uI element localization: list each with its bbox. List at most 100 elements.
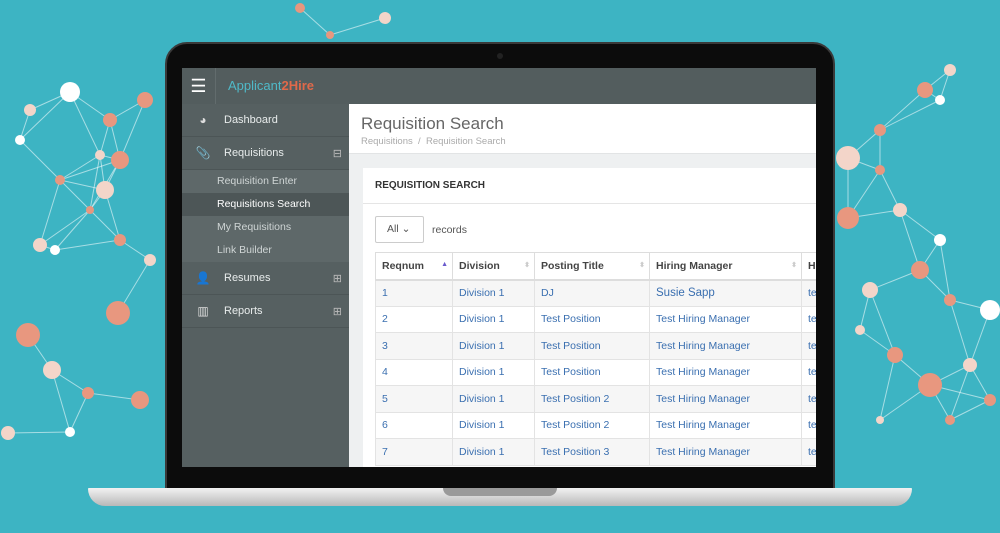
- network-node: [33, 238, 47, 252]
- collapse-icon[interactable]: ⊟: [333, 147, 342, 160]
- panel-title: REQUISITION SEARCH: [363, 168, 816, 204]
- table-cell[interactable]: te: [801, 438, 816, 466]
- table-cell[interactable]: Division 1: [452, 438, 535, 466]
- sort-asc-icon: ▲: [441, 261, 448, 268]
- table-cell[interactable]: Division 1: [452, 279, 535, 307]
- network-node: [836, 146, 860, 170]
- table-cell[interactable]: DJ: [534, 279, 650, 307]
- chevron-down-icon: ⌄: [401, 223, 411, 235]
- network-node: [295, 3, 305, 13]
- table-cell[interactable]: Test Position: [534, 305, 650, 333]
- network-node: [984, 394, 996, 406]
- expand-icon[interactable]: ⊞: [333, 272, 342, 285]
- table-row[interactable]: 5 Division 1 Test Position 2 Test Hiring Ma…: [375, 385, 816, 413]
- dashboard-icon: ◕: [199, 113, 207, 127]
- table-row[interactable]: 3 Division 1 Test Position Test Hiring Mana…: [375, 332, 816, 360]
- records-select[interactable]: All ⌄: [375, 216, 424, 243]
- sidebar-subitem-requisition-enter[interactable]: Requisition Enter: [182, 170, 349, 193]
- table-cell[interactable]: Division 1: [452, 385, 535, 413]
- camera: [497, 53, 503, 59]
- table-row[interactable]: 6 Division 1 Test Position 2 Test Hiring Ma…: [375, 411, 816, 439]
- table-cell[interactable]: te: [801, 332, 816, 360]
- table-row[interactable]: 2 Division 1 Test Position Test Hiring Mana…: [375, 305, 816, 333]
- network-node: [911, 261, 929, 279]
- sidebar-item-reports[interactable]: ▥ Reports ⊞: [182, 295, 349, 328]
- expand-icon[interactable]: ⊞: [333, 305, 342, 318]
- sidebar-subitem-link-builder[interactable]: Link Builder: [182, 239, 349, 262]
- table-cell[interactable]: te: [801, 358, 816, 386]
- network-node: [935, 95, 945, 105]
- logo[interactable]: Applicant2Hire: [228, 78, 314, 93]
- table-cell[interactable]: Test Hiring Manager: [649, 411, 802, 439]
- table-cell[interactable]: Division 1: [452, 411, 535, 439]
- table-cell[interactable]: te: [801, 411, 816, 439]
- sidebar-subitem-my-requisitions[interactable]: My Requisitions: [182, 216, 349, 239]
- network-node: [103, 113, 117, 127]
- bar-chart-icon: ▥: [197, 304, 209, 318]
- table-cell[interactable]: Test Hiring Manager: [649, 305, 802, 333]
- breadcrumb-requisitions[interactable]: Requisitions: [361, 136, 413, 147]
- column-header[interactable]: H: [801, 252, 816, 281]
- sidebar-item-requisitions[interactable]: 📎 Requisitions ⊟: [182, 137, 349, 170]
- sidebar-item-dashboard[interactable]: ◕ Dashboard: [182, 104, 349, 137]
- table-cell[interactable]: 1: [375, 279, 453, 307]
- table-cell[interactable]: Test Hiring Manager: [649, 438, 802, 466]
- table-cell[interactable]: te: [801, 279, 816, 307]
- sidebar-item-label: Resumes: [224, 272, 271, 284]
- table-cell[interactable]: Division 1: [452, 358, 535, 386]
- network-node: [65, 427, 75, 437]
- table-cell[interactable]: te: [801, 385, 816, 413]
- table-cell[interactable]: te: [801, 305, 816, 333]
- table-cell[interactable]: 5: [375, 385, 453, 413]
- hamburger-icon[interactable]: ☰: [182, 68, 216, 104]
- column-header[interactable]: Reqnum ▲: [375, 252, 453, 281]
- network-node: [876, 416, 884, 424]
- table-cell[interactable]: Test Hiring Manager: [649, 332, 802, 360]
- table-cell[interactable]: 4: [375, 358, 453, 386]
- table-cell[interactable]: 3: [375, 332, 453, 360]
- table-cell[interactable]: Division 1: [452, 305, 535, 333]
- page-header: Requisition Search Requisitions / Requis…: [349, 104, 816, 154]
- table-cell[interactable]: Test Position 2: [534, 411, 650, 439]
- table-cell[interactable]: Division 1: [452, 332, 535, 360]
- table-cell[interactable]: 2: [375, 305, 453, 333]
- column-header[interactable]: Hiring Manager ⬍: [649, 252, 802, 281]
- network-node: [963, 358, 977, 372]
- network-node: [95, 150, 105, 160]
- column-header-label: H: [808, 259, 816, 272]
- table-row[interactable]: 1 Division 1 DJ Susie Sapp te: [375, 279, 816, 307]
- network-node: [144, 254, 156, 266]
- table-cell[interactable]: 7: [375, 438, 453, 466]
- network-node: [131, 391, 149, 409]
- column-header-label: Hiring Manager: [656, 259, 733, 272]
- table-cell[interactable]: Test Position: [534, 332, 650, 360]
- table-cell[interactable]: Test Hiring Manager: [649, 385, 802, 413]
- sidebar-item-label: Dashboard: [224, 114, 278, 126]
- network-node: [326, 31, 334, 39]
- sidebar-item-label: Reports: [224, 305, 263, 317]
- column-header[interactable]: Posting Title ⬍: [534, 252, 650, 281]
- network-link: [69, 91, 101, 156]
- network-node: [893, 203, 907, 217]
- network-link: [879, 99, 941, 131]
- laptop-notch: [443, 488, 557, 496]
- network-node: [96, 181, 114, 199]
- table-cell[interactable]: Test Position 2: [534, 385, 650, 413]
- table-row[interactable]: 7 Division 1 Test Position 3 Test Hiring Ma…: [375, 438, 816, 466]
- table-cell[interactable]: Susie Sapp: [649, 279, 802, 307]
- network-node: [82, 387, 94, 399]
- logo-text-b: 2Hire: [281, 78, 315, 93]
- network-node: [944, 64, 956, 76]
- column-header[interactable]: Division ⬍: [452, 252, 535, 281]
- table-row[interactable]: 4 Division 1 Test Position Test Hiring Mana…: [375, 358, 816, 386]
- sidebar-item-resumes[interactable]: 👤 Resumes ⊞: [182, 262, 349, 295]
- sidebar-subitem-requisitions-search[interactable]: Requisitions Search: [182, 193, 349, 216]
- logo-text-a: Applicant: [228, 78, 282, 93]
- table-cell[interactable]: Test Position: [534, 358, 650, 386]
- table-cell[interactable]: Test Position 3: [534, 438, 650, 466]
- column-header-label: Division: [459, 259, 500, 272]
- table-cell[interactable]: Test Hiring Manager: [649, 358, 802, 386]
- main-content: Requisition Search Requisitions / Requis…: [349, 104, 816, 467]
- table-cell[interactable]: 6: [375, 411, 453, 439]
- search-panel: REQUISITION SEARCH All ⌄ records Reqnum ▲…: [363, 168, 816, 467]
